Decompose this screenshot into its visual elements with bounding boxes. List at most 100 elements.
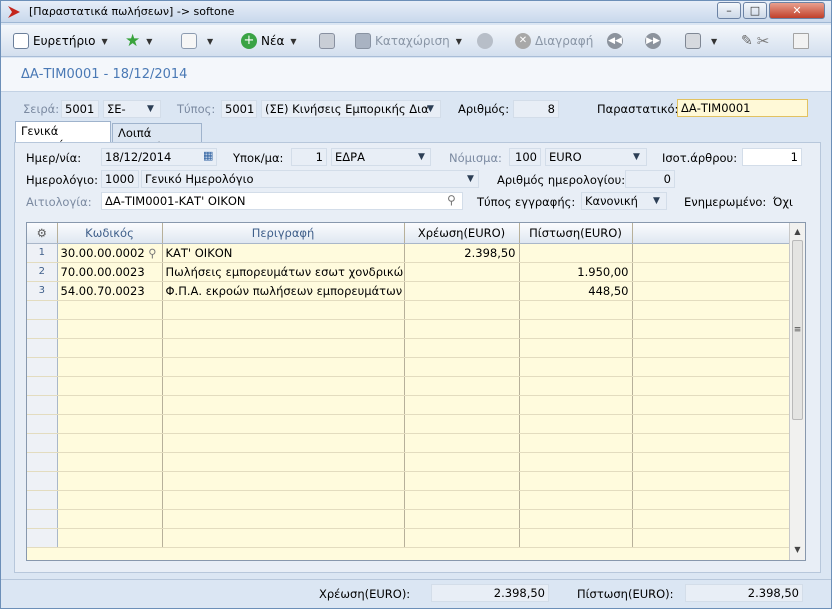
currency-code-field[interactable]: 100	[509, 148, 541, 166]
number-field[interactable]: 8	[513, 100, 559, 118]
cell-description[interactable]	[162, 357, 405, 377]
empty-row[interactable]	[27, 433, 790, 453]
chevron-down-icon[interactable]: ▼	[456, 37, 462, 46]
cell-description[interactable]: ΚΑΤ' ΟΙΚΟΝ	[162, 243, 405, 263]
col-header-credit[interactable]: Πίστωση(EURO)	[519, 223, 633, 244]
search-view-button[interactable]: ▼	[181, 31, 213, 51]
close-button[interactable]: ✕	[769, 2, 825, 19]
reason-field[interactable]: ΔΑ-ΤΙΜ0001-ΚΑΤ' ΟΙΚΟΝ	[101, 192, 463, 210]
cell-code[interactable]	[57, 395, 163, 415]
cell-debit[interactable]	[404, 528, 520, 548]
cell-debit[interactable]	[404, 281, 520, 301]
new-button[interactable]: + Νέα ▼	[241, 31, 297, 51]
cell-description[interactable]	[162, 490, 405, 510]
cell-debit[interactable]	[404, 490, 520, 510]
empty-row[interactable]	[27, 376, 790, 396]
rate-field[interactable]: 1	[742, 148, 802, 166]
empty-row[interactable]	[27, 300, 790, 320]
chevron-down-icon[interactable]: ▼	[147, 104, 154, 114]
chevron-down-icon[interactable]: ▼	[101, 37, 107, 46]
type-code-field[interactable]: 5001	[221, 100, 257, 118]
cell-description[interactable]: Πωλήσεις εμπορευμάτων εσωτ χονδρικώς	[162, 262, 405, 282]
grid-scrollbar[interactable]: ▲ ≡ ▼	[789, 223, 805, 560]
cell-code[interactable]	[57, 490, 163, 510]
date-field[interactable]: 18/12/2014	[101, 148, 217, 166]
cell-credit[interactable]	[519, 319, 633, 339]
cell-credit[interactable]	[519, 509, 633, 529]
branch-code-field[interactable]: 1	[291, 148, 327, 166]
cell-description[interactable]	[162, 471, 405, 491]
empty-row[interactable]	[27, 357, 790, 377]
branch-select[interactable]: ΕΔΡΑ	[331, 148, 431, 166]
tools-button[interactable]: ✎ ✂	[741, 31, 769, 51]
cell-credit[interactable]: 1.950,00	[519, 262, 633, 282]
chevron-down-icon[interactable]: ▼	[633, 152, 640, 162]
next-button[interactable]: ▶▶	[645, 31, 665, 51]
cell-credit[interactable]	[519, 357, 633, 377]
cell-debit[interactable]: 2.398,50	[404, 243, 520, 263]
empty-row[interactable]	[27, 490, 790, 510]
cell-debit[interactable]	[404, 262, 520, 282]
empty-row[interactable]	[27, 528, 790, 548]
search-icon[interactable]: ⚲	[447, 193, 456, 207]
cell-credit[interactable]	[519, 452, 633, 472]
empty-row[interactable]	[27, 338, 790, 358]
cell-code[interactable]	[57, 509, 163, 529]
cell-credit[interactable]	[519, 243, 633, 263]
favorites-button[interactable]: ★ ▼	[125, 31, 152, 51]
cell-debit[interactable]	[404, 452, 520, 472]
empty-row[interactable]	[27, 471, 790, 491]
cell-description[interactable]	[162, 395, 405, 415]
series-code-field[interactable]: 5001	[61, 100, 99, 118]
empty-row[interactable]	[27, 414, 790, 434]
chevron-down-icon[interactable]: ▼	[427, 104, 434, 114]
cell-code[interactable]: 30.00.00.0002 ⚲	[57, 243, 163, 263]
cell-code[interactable]: 70.00.00.0023	[57, 262, 163, 282]
cell-code[interactable]: 54.00.70.0023	[57, 281, 163, 301]
notes-button[interactable]	[793, 31, 813, 51]
tab-other[interactable]: Λοιπά στοιχεία	[112, 123, 202, 154]
cell-credit[interactable]: 448,50	[519, 281, 633, 301]
cell-code[interactable]	[57, 300, 163, 320]
cell-code[interactable]	[57, 528, 163, 548]
cell-debit[interactable]	[404, 471, 520, 491]
search-icon[interactable]: ⚲	[145, 246, 156, 260]
cell-credit[interactable]	[519, 433, 633, 453]
scroll-down-icon[interactable]: ▼	[791, 543, 804, 557]
cell-description[interactable]	[162, 414, 405, 434]
col-header-debit[interactable]: Χρέωση(EURO)	[404, 223, 520, 244]
empty-row[interactable]	[27, 452, 790, 472]
cell-description[interactable]	[162, 376, 405, 396]
cell-credit[interactable]	[519, 300, 633, 320]
minimize-button[interactable]: –	[717, 2, 741, 19]
cell-code[interactable]	[57, 452, 163, 472]
currency-select[interactable]: EURO	[545, 148, 647, 166]
cell-code[interactable]	[57, 414, 163, 434]
cell-description[interactable]	[162, 319, 405, 339]
journal-select[interactable]: Γενικό Ημερολόγιο	[141, 170, 479, 188]
cell-debit[interactable]	[404, 414, 520, 434]
cell-credit[interactable]	[519, 395, 633, 415]
cell-code[interactable]	[57, 357, 163, 377]
cell-description[interactable]	[162, 509, 405, 529]
cell-credit[interactable]	[519, 338, 633, 358]
cell-code[interactable]	[57, 376, 163, 396]
empty-row[interactable]	[27, 509, 790, 529]
empty-row[interactable]	[27, 319, 790, 339]
previous-button[interactable]: ◀◀	[607, 31, 627, 51]
cell-debit[interactable]	[404, 319, 520, 339]
tab-general[interactable]: Γενικά στοιχεία	[15, 121, 111, 152]
chevron-down-icon[interactable]: ▼	[467, 174, 474, 184]
scroll-up-icon[interactable]: ▲	[791, 225, 804, 239]
cell-credit[interactable]	[519, 471, 633, 491]
journal-code-field[interactable]: 1000	[101, 170, 139, 188]
chevron-down-icon[interactable]: ▼	[711, 37, 717, 46]
calendar-icon[interactable]: ▦	[203, 149, 213, 162]
cancel-button[interactable]	[477, 31, 497, 51]
chevron-down-icon[interactable]: ▼	[207, 37, 213, 46]
cell-credit[interactable]	[519, 528, 633, 548]
cell-description[interactable]	[162, 338, 405, 358]
cell-description[interactable]	[162, 433, 405, 453]
cell-debit[interactable]	[404, 300, 520, 320]
cell-credit[interactable]	[519, 376, 633, 396]
